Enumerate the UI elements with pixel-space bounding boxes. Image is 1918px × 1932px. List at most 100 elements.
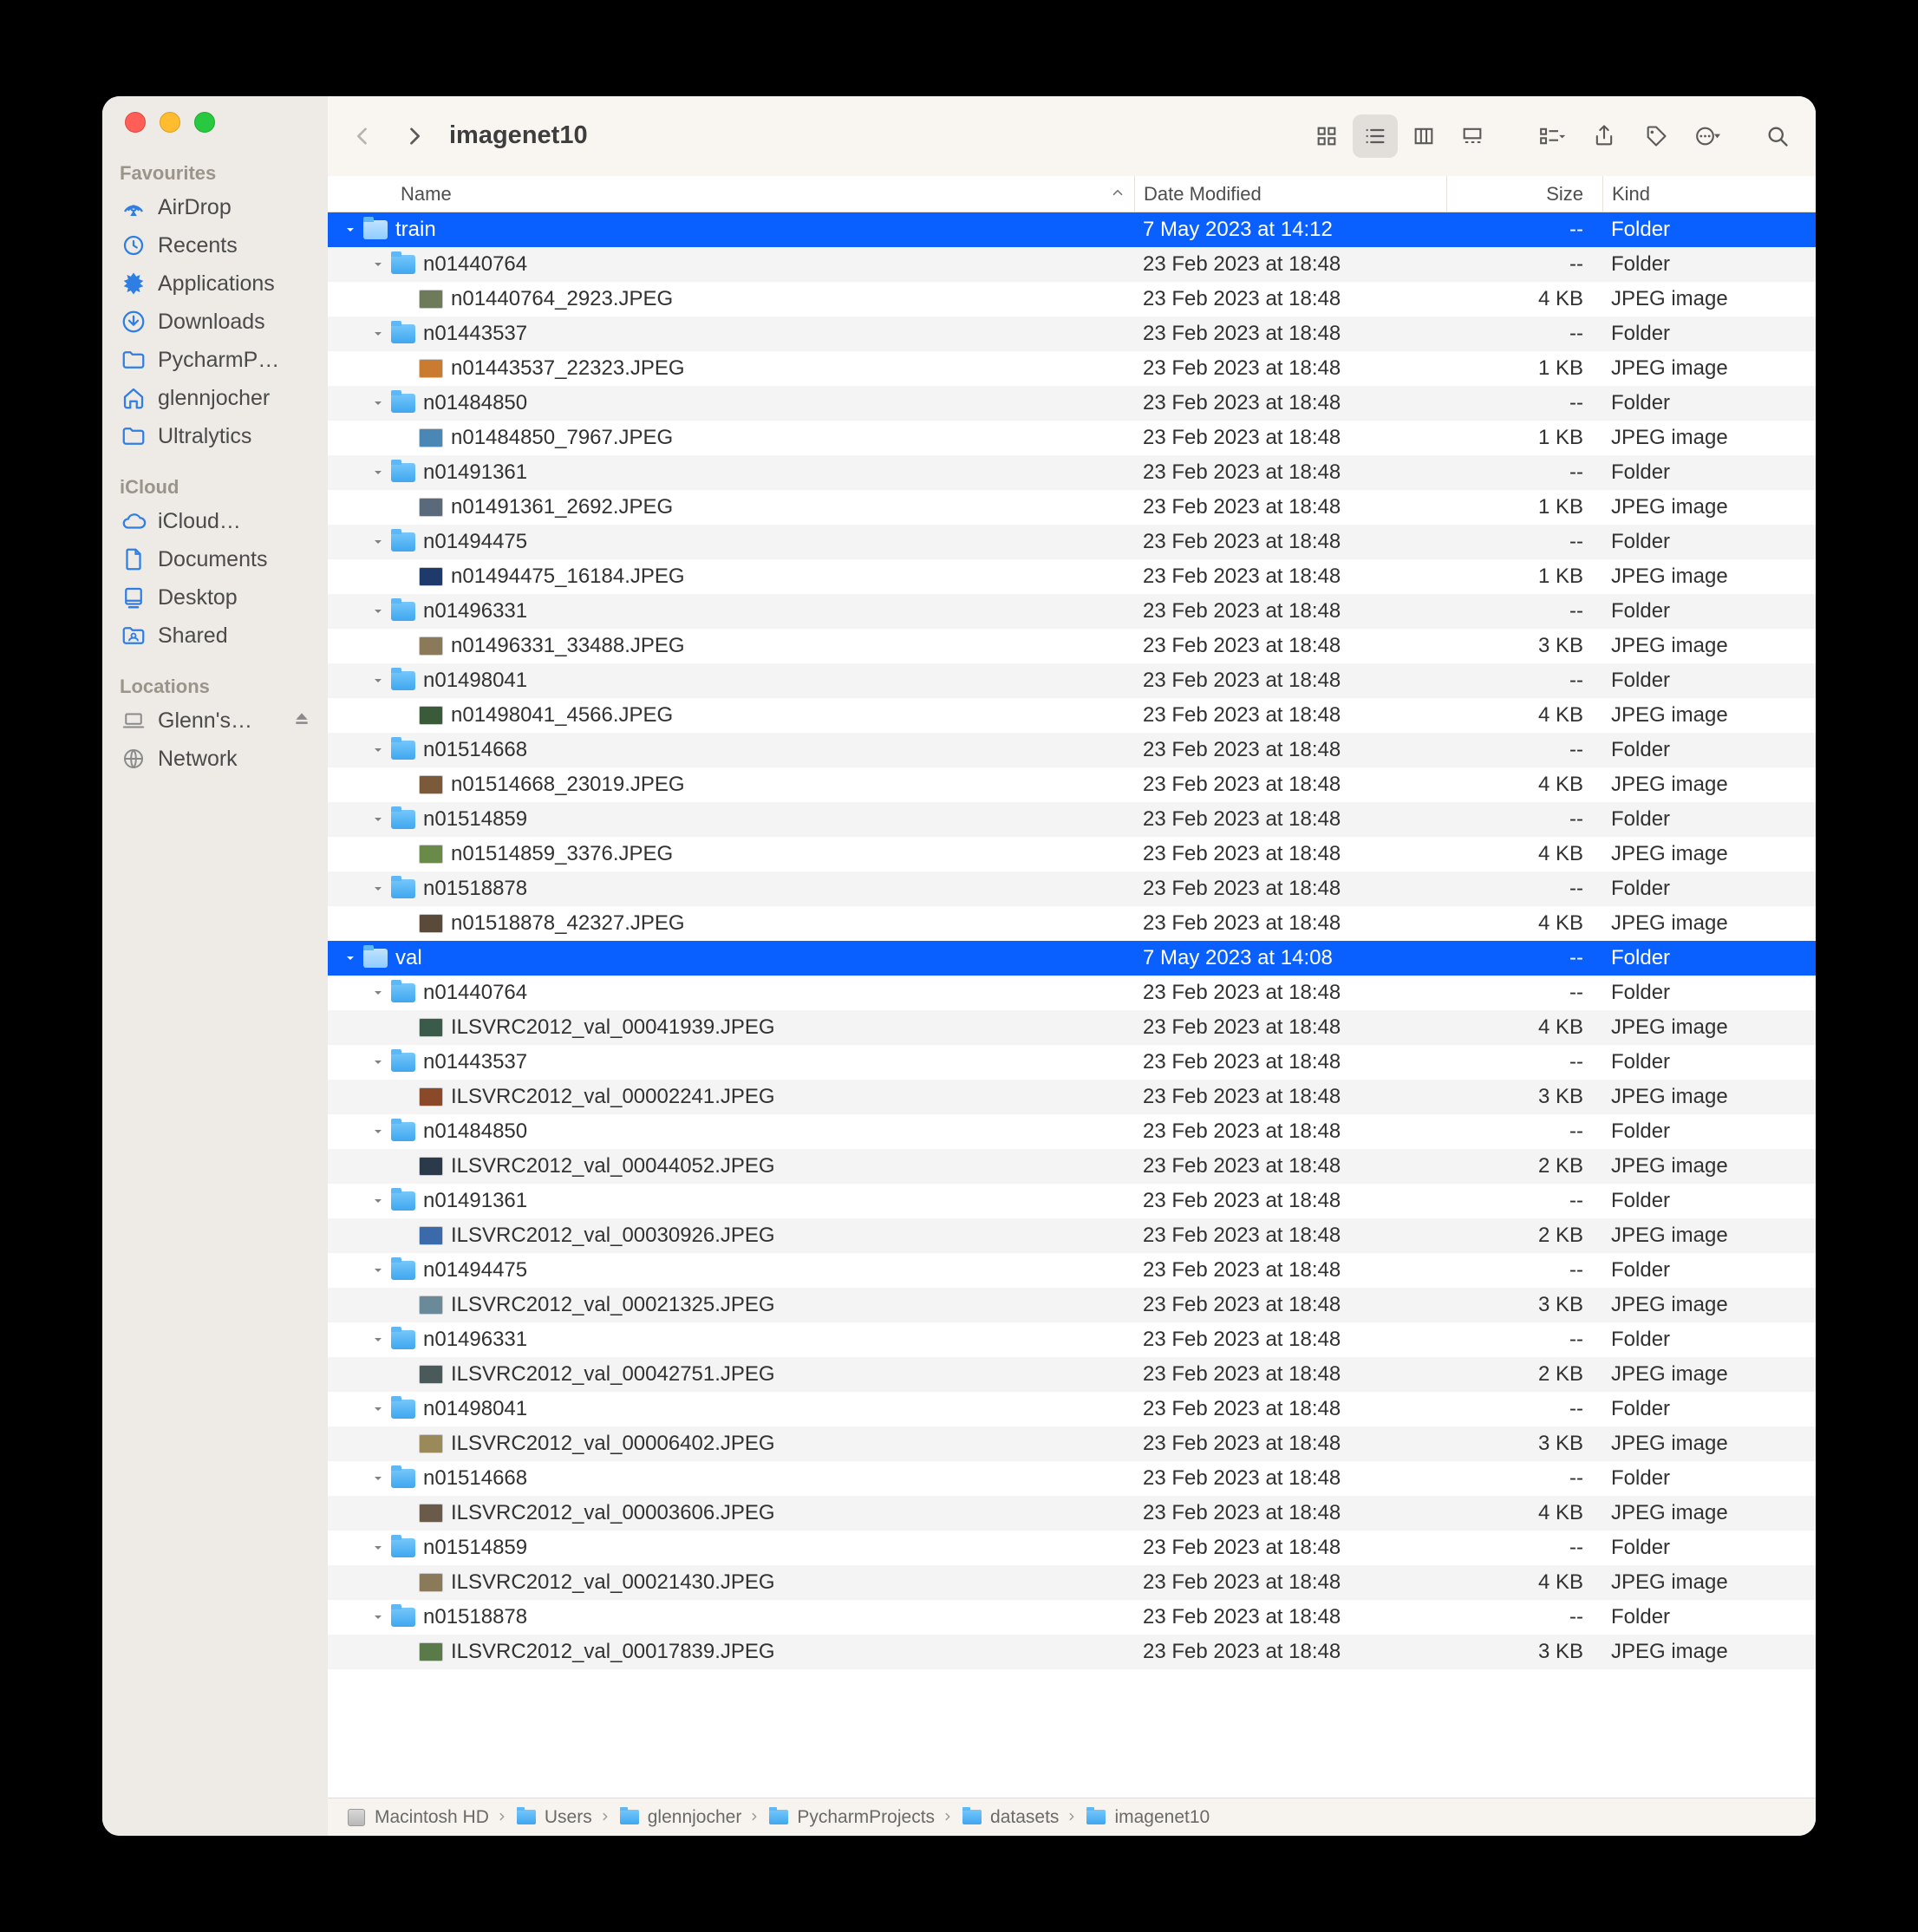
path-segment[interactable]: glennjocher (618, 1807, 742, 1828)
file-row[interactable]: ILSVRC2012_val_00030926.JPEG23 Feb 2023 … (328, 1218, 1816, 1253)
sidebar-item[interactable]: iCloud… (102, 502, 328, 540)
disclosure-triangle[interactable] (369, 1262, 387, 1279)
folder-row[interactable]: n0149447523 Feb 2023 at 18:48--Folder (328, 525, 1816, 559)
disclosure-triangle[interactable] (369, 1539, 387, 1557)
file-row[interactable]: ILSVRC2012_val_00003606.JPEG23 Feb 2023 … (328, 1496, 1816, 1531)
path-segment[interactable]: Users (515, 1807, 592, 1828)
sidebar-item[interactable]: Documents (102, 540, 328, 578)
column-name[interactable]: Name (328, 176, 1134, 212)
folder-row[interactable]: n0151887823 Feb 2023 at 18:48--Folder (328, 1600, 1816, 1635)
search-button[interactable] (1755, 114, 1800, 158)
column-size[interactable]: Size (1446, 176, 1602, 212)
folder-row[interactable]: n0148485023 Feb 2023 at 18:48--Folder (328, 1114, 1816, 1149)
eject-icon[interactable] (293, 708, 310, 734)
disclosure-triangle[interactable] (369, 395, 387, 412)
folder-row[interactable]: n0149804123 Feb 2023 at 18:48--Folder (328, 1392, 1816, 1426)
file-row[interactable]: ILSVRC2012_val_00006402.JPEG23 Feb 2023 … (328, 1426, 1816, 1461)
disclosure-triangle[interactable] (342, 950, 359, 967)
sidebar-item[interactable]: Network (102, 740, 328, 778)
file-row[interactable]: ILSVRC2012_val_00044052.JPEG23 Feb 2023 … (328, 1149, 1816, 1184)
action-button[interactable] (1686, 114, 1731, 158)
file-row[interactable]: ILSVRC2012_val_00042751.JPEG23 Feb 2023 … (328, 1357, 1816, 1392)
sidebar-item[interactable]: Desktop (102, 578, 328, 617)
disclosure-triangle[interactable] (369, 741, 387, 759)
forward-button[interactable] (392, 114, 437, 158)
group-button[interactable] (1530, 114, 1575, 158)
folder-row[interactable]: n0148485023 Feb 2023 at 18:48--Folder (328, 386, 1816, 421)
folder-row[interactable]: n0144076423 Feb 2023 at 18:48--Folder (328, 247, 1816, 282)
file-row[interactable]: n01494475_16184.JPEG23 Feb 2023 at 18:48… (328, 559, 1816, 594)
disclosure-triangle[interactable] (369, 1609, 387, 1626)
folder-row[interactable]: n0149633123 Feb 2023 at 18:48--Folder (328, 1322, 1816, 1357)
file-row[interactable]: n01440764_2923.JPEG23 Feb 2023 at 18:484… (328, 282, 1816, 317)
folder-row[interactable]: n0149447523 Feb 2023 at 18:48--Folder (328, 1253, 1816, 1288)
file-row[interactable]: ILSVRC2012_val_00021430.JPEG23 Feb 2023 … (328, 1565, 1816, 1600)
folder-row[interactable]: n0149633123 Feb 2023 at 18:48--Folder (328, 594, 1816, 629)
folder-row[interactable]: n0149136123 Feb 2023 at 18:48--Folder (328, 1184, 1816, 1218)
disclosure-triangle[interactable] (369, 325, 387, 343)
disclosure-triangle[interactable] (369, 603, 387, 620)
disclosure-triangle[interactable] (369, 1331, 387, 1348)
folder-row[interactable]: n0151466823 Feb 2023 at 18:48--Folder (328, 1461, 1816, 1496)
disclosure-triangle[interactable] (369, 880, 387, 897)
icon-view-button[interactable] (1304, 114, 1349, 158)
disclosure-triangle[interactable] (369, 533, 387, 551)
folder-row[interactable]: n0151485923 Feb 2023 at 18:48--Folder (328, 802, 1816, 837)
sidebar-item[interactable]: Ultralytics (102, 417, 328, 455)
file-row[interactable]: n01491361_2692.JPEG23 Feb 2023 at 18:481… (328, 490, 1816, 525)
disclosure-triangle[interactable] (369, 811, 387, 828)
file-row[interactable]: ILSVRC2012_val_00041939.JPEG23 Feb 2023 … (328, 1010, 1816, 1045)
file-row[interactable]: ILSVRC2012_val_00021325.JPEG23 Feb 2023 … (328, 1288, 1816, 1322)
disclosure-triangle[interactable] (369, 256, 387, 273)
folder-row[interactable]: n0144076423 Feb 2023 at 18:48--Folder (328, 976, 1816, 1010)
minimize-button[interactable] (160, 112, 180, 133)
disclosure-triangle[interactable] (369, 464, 387, 481)
disclosure-triangle[interactable] (369, 1400, 387, 1418)
file-row[interactable]: ILSVRC2012_val_00002241.JPEG23 Feb 2023 … (328, 1080, 1816, 1114)
file-row[interactable]: ILSVRC2012_val_00017839.JPEG23 Feb 2023 … (328, 1635, 1816, 1669)
disclosure-triangle[interactable] (369, 1054, 387, 1071)
folder-row[interactable]: n0151887823 Feb 2023 at 18:48--Folder (328, 871, 1816, 906)
path-segment[interactable]: datasets (961, 1807, 1059, 1828)
sidebar-item[interactable]: Applications (102, 264, 328, 303)
file-row[interactable]: n01514668_23019.JPEG23 Feb 2023 at 18:48… (328, 767, 1816, 802)
disclosure-triangle[interactable] (369, 1192, 387, 1210)
folder-row[interactable]: n0144353723 Feb 2023 at 18:48--Folder (328, 317, 1816, 351)
file-row[interactable]: n01518878_42327.JPEG23 Feb 2023 at 18:48… (328, 906, 1816, 941)
sidebar-item[interactable]: AirDrop (102, 188, 328, 226)
close-button[interactable] (125, 112, 146, 133)
folder-row[interactable]: n0151485923 Feb 2023 at 18:48--Folder (328, 1531, 1816, 1565)
column-kind[interactable]: Kind (1602, 176, 1802, 212)
tags-button[interactable] (1634, 114, 1679, 158)
sidebar-item[interactable]: glennjocher (102, 379, 328, 417)
sidebar-item[interactable]: PycharmP… (102, 341, 328, 379)
file-row[interactable]: n01496331_33488.JPEG23 Feb 2023 at 18:48… (328, 629, 1816, 663)
column-view-button[interactable] (1401, 114, 1446, 158)
file-row[interactable]: n01443537_22323.JPEG23 Feb 2023 at 18:48… (328, 351, 1816, 386)
folder-row[interactable]: n0144353723 Feb 2023 at 18:48--Folder (328, 1045, 1816, 1080)
gallery-view-button[interactable] (1450, 114, 1495, 158)
back-button[interactable] (340, 114, 385, 158)
file-row[interactable]: n01484850_7967.JPEG23 Feb 2023 at 18:481… (328, 421, 1816, 455)
disclosure-triangle[interactable] (369, 1470, 387, 1487)
sidebar-item[interactable]: Recents (102, 226, 328, 264)
sidebar-item[interactable]: Shared (102, 617, 328, 655)
folder-row[interactable]: train7 May 2023 at 14:12--Folder (328, 212, 1816, 247)
path-segment[interactable]: imagenet10 (1085, 1807, 1210, 1828)
disclosure-triangle[interactable] (369, 672, 387, 689)
share-button[interactable] (1582, 114, 1627, 158)
folder-row[interactable]: n0151466823 Feb 2023 at 18:48--Folder (328, 733, 1816, 767)
file-row[interactable]: n01498041_4566.JPEG23 Feb 2023 at 18:484… (328, 698, 1816, 733)
folder-row[interactable]: n0149136123 Feb 2023 at 18:48--Folder (328, 455, 1816, 490)
file-row[interactable]: n01514859_3376.JPEG23 Feb 2023 at 18:484… (328, 837, 1816, 871)
path-segment[interactable]: PycharmProjects (767, 1807, 935, 1828)
sidebar-item[interactable]: Glenn's… (102, 702, 328, 740)
disclosure-triangle[interactable] (369, 984, 387, 1002)
folder-row[interactable]: val7 May 2023 at 14:08--Folder (328, 941, 1816, 976)
sidebar-item[interactable]: Downloads (102, 303, 328, 341)
disclosure-triangle[interactable] (369, 1123, 387, 1140)
file-list[interactable]: train7 May 2023 at 14:12--Foldern0144076… (328, 212, 1816, 1725)
folder-row[interactable]: n0149804123 Feb 2023 at 18:48--Folder (328, 663, 1816, 698)
list-view-button[interactable] (1353, 114, 1398, 158)
column-date[interactable]: Date Modified (1134, 176, 1446, 212)
